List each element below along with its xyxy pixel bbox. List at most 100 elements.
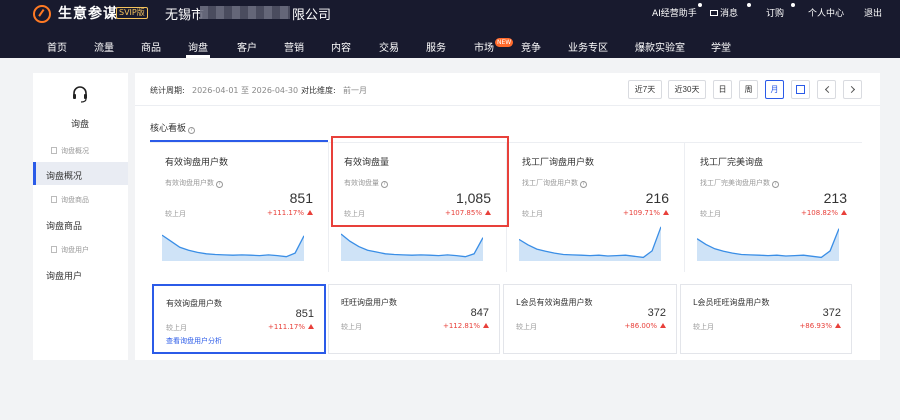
active-nav-indicator xyxy=(186,55,210,58)
nav-item-hot-lab[interactable]: 爆款实验室 xyxy=(635,39,685,54)
sidebar-subheading-users: 询盘用户 xyxy=(51,245,89,255)
top-bar: 生意参谋 SVIP版 无锡市 限公司 AI经营助手 消息 订购 个人中心 退出 … xyxy=(0,0,900,58)
arrow-up-icon xyxy=(307,210,313,215)
nav-item-customers[interactable]: 客户 xyxy=(237,39,257,54)
kpi-card[interactable]: 有效询盘用户数 有效询盘用户数? 851 较上月 +111.17% xyxy=(150,142,328,272)
company-name: 无锡市 xyxy=(165,8,205,23)
period-label: 统计周期: xyxy=(150,86,185,95)
nav-item-home[interactable]: 首页 xyxy=(47,39,67,54)
metric-compare-label: 较上月 xyxy=(693,323,714,331)
period-value: 2026-04-01 至 2026-04-30 xyxy=(192,86,299,95)
nav-item-marketing[interactable]: 营销 xyxy=(284,39,304,54)
document-icon xyxy=(51,147,57,154)
metric-change: +112.81% xyxy=(443,322,489,330)
metric-compare-label: 较上月 xyxy=(166,324,187,332)
main-nav: 首页 流量 商品 询盘 客户 营销 内容 交易 服务 市场 竞争 业务专区 爆款… xyxy=(0,36,900,58)
metric-card[interactable]: 有效询盘用户数 851 较上月 +111.17% 查看询盘用户分析 xyxy=(152,284,326,354)
sidebar-subheading-label: 询盘概况 xyxy=(61,147,89,155)
section-title-text: 核心看板 xyxy=(150,124,187,134)
kpi-value: 851 xyxy=(289,190,313,206)
last-7-days-button[interactable]: 近7天 xyxy=(628,80,662,99)
logout-link[interactable]: 退出 xyxy=(864,6,882,19)
kpi-compare-label: 较上月 xyxy=(522,210,543,218)
edition-badge: SVIP版 xyxy=(116,7,148,19)
metric-card[interactable]: 旺旺询盘用户数 847 较上月 +112.81% xyxy=(328,284,500,354)
nav-item-service[interactable]: 服务 xyxy=(426,39,446,54)
compare-value: 前一月 xyxy=(343,86,367,95)
metric-compare-label: 较上月 xyxy=(516,323,537,331)
kpi-subtitle-text: 找工厂完美询盘用户数 xyxy=(700,179,770,187)
metric-value: 851 xyxy=(295,308,314,320)
sidebar: 询盘 询盘概况 询盘概况 询盘商品 询盘商品 询盘用户 询盘用户 xyxy=(33,73,128,360)
kpi-value: 213 xyxy=(823,190,847,206)
metric-compare-label: 较上月 xyxy=(341,323,362,331)
kpi-card[interactable]: 找工厂完美询盘 找工厂完美询盘用户数? 213 较上月 +108.82% xyxy=(684,142,862,272)
arrow-up-icon xyxy=(660,323,666,328)
subscribe-link[interactable]: 订购 xyxy=(766,6,784,19)
sidebar-subheading-label: 询盘商品 xyxy=(61,196,89,204)
day-button[interactable]: 日 xyxy=(713,80,732,99)
arrow-up-icon xyxy=(308,324,314,329)
metric-title: 有效询盘用户数 xyxy=(166,299,222,308)
nav-item-products[interactable]: 商品 xyxy=(141,39,161,54)
nav-item-transactions[interactable]: 交易 xyxy=(379,39,399,54)
help-icon[interactable]: ? xyxy=(772,181,779,188)
help-icon[interactable]: ? xyxy=(580,181,587,188)
headset-icon xyxy=(73,86,87,103)
filter-bar: 统计周期: 2026-04-01 至 2026-04-30 对比维度: 前一月 … xyxy=(135,73,880,106)
ai-assistant-link[interactable]: AI经营助手 xyxy=(652,6,697,19)
sidebar-title: 询盘 xyxy=(71,120,90,130)
user-analysis-link[interactable]: 查看询盘用户分析 xyxy=(166,336,222,346)
metric-card[interactable]: L会员有效询盘用户数 372 较上月 +86.00% xyxy=(503,284,677,354)
prev-period-button[interactable] xyxy=(817,80,836,99)
help-icon[interactable]: ? xyxy=(188,127,196,134)
nav-item-market[interactable]: 市场 xyxy=(474,39,494,54)
header-row: 生意参谋 SVIP版 无锡市 限公司 AI经营助手 消息 订购 个人中心 退出 xyxy=(0,0,900,26)
new-badge: NEW xyxy=(495,38,514,47)
last-30-days-button[interactable]: 近30天 xyxy=(668,80,706,99)
metric-change: +86.93% xyxy=(799,322,841,330)
kpi-sparkline xyxy=(697,228,839,261)
next-period-button[interactable] xyxy=(843,80,862,99)
profile-link[interactable]: 个人中心 xyxy=(808,6,844,19)
calendar-button[interactable] xyxy=(791,80,810,99)
kpi-change-value: +108.82% xyxy=(800,209,838,217)
notification-dot xyxy=(698,3,702,7)
calendar-icon xyxy=(796,85,805,94)
nav-item-competition[interactable]: 竞争 xyxy=(521,39,541,54)
nav-item-academy[interactable]: 学堂 xyxy=(711,39,731,54)
metric-title: L会员旺旺询盘用户数 xyxy=(693,298,770,307)
company-name-suffix: 限公司 xyxy=(292,8,332,23)
metric-value: 372 xyxy=(822,307,841,319)
kpi-card[interactable]: 找工厂询盘用户数 找工厂询盘用户数? 216 较上月 +109.71% xyxy=(506,142,684,272)
kpi-change-value: +109.71% xyxy=(622,209,660,217)
sidebar-subheading-overview: 询盘概况 xyxy=(51,146,89,156)
metric-value: 847 xyxy=(470,307,489,319)
messages-link[interactable]: 消息 xyxy=(710,6,738,19)
nav-item-traffic[interactable]: 流量 xyxy=(94,39,114,54)
arrow-up-icon xyxy=(835,323,841,328)
sidebar-item-products[interactable]: 询盘商品 xyxy=(46,219,82,232)
sidebar-item-users[interactable]: 询盘用户 xyxy=(46,269,82,282)
sidebar-item-overview[interactable]: 询盘概况 xyxy=(46,169,82,182)
chevron-right-icon xyxy=(847,85,856,94)
kpi-sparkline xyxy=(519,226,661,261)
week-button[interactable]: 周 xyxy=(739,80,758,99)
nav-item-inquiry[interactable]: 询盘 xyxy=(188,39,208,54)
kpi-change-value: +111.17% xyxy=(266,209,304,217)
nav-item-business-zone[interactable]: 业务专区 xyxy=(568,39,608,54)
metric-change-value: +86.93% xyxy=(799,322,832,330)
brand-name[interactable]: 生意参谋 xyxy=(58,3,118,23)
main-panel: 统计周期: 2026-04-01 至 2026-04-30 对比维度: 前一月 … xyxy=(135,73,880,360)
metric-value: 372 xyxy=(647,307,666,319)
month-button[interactable]: 月 xyxy=(765,80,784,99)
nav-item-content[interactable]: 内容 xyxy=(331,39,351,54)
metric-change-value: +112.81% xyxy=(442,322,480,330)
metric-title: L会员有效询盘用户数 xyxy=(516,298,593,307)
help-icon[interactable]: ? xyxy=(216,181,223,188)
kpi-subtitle-text: 找工厂询盘用户数 xyxy=(522,179,578,187)
arrow-up-icon xyxy=(663,210,669,215)
logo-icon[interactable] xyxy=(33,5,51,23)
metric-card[interactable]: L会员旺旺询盘用户数 372 较上月 +86.93% xyxy=(680,284,852,354)
chevron-left-icon xyxy=(824,85,833,94)
